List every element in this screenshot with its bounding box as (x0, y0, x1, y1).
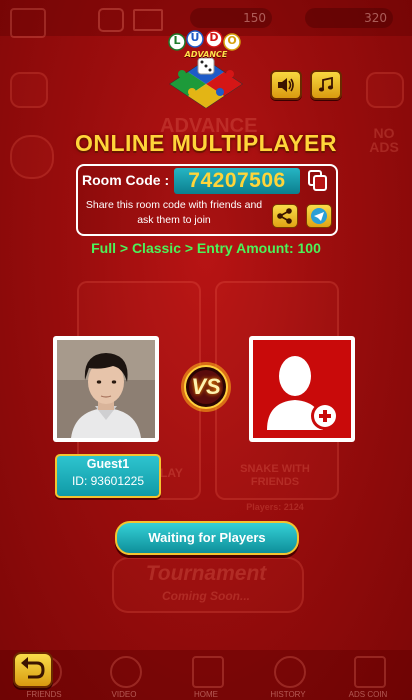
video-icon (98, 8, 124, 32)
versus-badge: VS (180, 361, 232, 413)
share-icon (277, 208, 292, 224)
back-arrow-icon (21, 657, 45, 679)
coin-balance: 150 (190, 8, 272, 28)
music-button[interactable] (310, 70, 342, 100)
player-name: Guest1 (86, 457, 130, 471)
game-logo: L U D O ADVANCE (162, 30, 250, 109)
logo-letter-o: O (227, 34, 237, 47)
logo-subtitle: ADVANCE (184, 50, 228, 59)
nav-history-icon (274, 656, 306, 688)
nav-home-label: HOME (194, 690, 218, 699)
profile-avatar (10, 8, 46, 38)
back-button[interactable] (13, 652, 53, 688)
add-user-icon (267, 356, 339, 430)
bg-arrow-button (10, 72, 48, 108)
waiting-for-players-button[interactable]: Waiting for Players (115, 521, 299, 555)
versus-label: VS (191, 374, 221, 399)
player-id: ID: 93601225 (71, 474, 145, 488)
page-title: ONLINE MULTIPLAYER (74, 130, 337, 156)
bg-tournament-title: Tournament (145, 562, 267, 585)
speaker-icon (278, 78, 294, 92)
nav-video-icon (110, 656, 142, 688)
share-instruction: Share this room code with friends and as… (85, 199, 263, 226)
telegram-icon (311, 208, 327, 224)
music-note-icon (318, 77, 334, 92)
bg-coming-soon: Coming Soon... (162, 589, 250, 603)
bg-menu-button (366, 72, 404, 108)
sound-button[interactable] (270, 70, 302, 100)
logo-letter-u: U (190, 31, 200, 44)
opponent-slot[interactable] (253, 340, 351, 438)
nav-ads-coin-icon (354, 656, 386, 688)
room-code-value: 74207506 (174, 168, 300, 194)
nav-home-icon (192, 656, 224, 688)
gem-balance: 320 (305, 8, 393, 28)
room-code-label: Room Code : (82, 172, 170, 188)
copy-icon (308, 170, 327, 191)
entry-info: Full > Classic > Entry Amount: 100 (91, 240, 321, 256)
bg-tile-right-caption: SNAKE WITH FRIENDS (240, 463, 310, 488)
share-button[interactable] (272, 204, 298, 228)
gem-value: 320 (364, 11, 387, 25)
mail-icon (133, 9, 163, 31)
telegram-button[interactable] (306, 204, 332, 228)
coin-value: 150 (243, 11, 266, 25)
logo-letter-d: D (209, 31, 219, 44)
nav-ads-coin-label: ADS COIN (348, 690, 388, 699)
nav-video-label: VIDEO (111, 690, 137, 699)
player-avatar (57, 340, 155, 438)
player-portrait (57, 340, 155, 438)
logo-letter-l: L (173, 34, 181, 47)
copy-button[interactable] (308, 170, 328, 192)
nav-friends-label: FRIENDS (26, 690, 62, 699)
nav-history-label: HISTORY (270, 690, 306, 699)
bg-tile-right-sub: Players: 2124 (246, 502, 304, 512)
